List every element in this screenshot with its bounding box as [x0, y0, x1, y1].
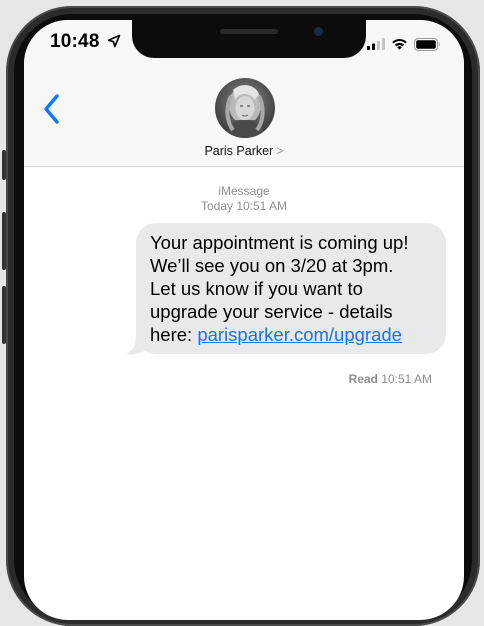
- contact-name: Paris Parker: [204, 144, 274, 158]
- contact-photo: [215, 78, 275, 138]
- read-status-label: Read: [348, 372, 378, 386]
- volume-up-button: [2, 212, 6, 270]
- device-notch: [132, 20, 366, 58]
- contact-name-button[interactable]: Paris Parker >: [24, 144, 464, 158]
- mute-switch: [2, 150, 6, 180]
- back-chevron-icon[interactable]: [42, 93, 62, 125]
- message-line-4: upgrade your service - details: [150, 301, 393, 322]
- read-time: 10:51 AM: [381, 372, 432, 386]
- battery-icon: [414, 37, 440, 51]
- cellular-signal-icon: [367, 38, 385, 50]
- wifi-icon: [392, 39, 407, 50]
- status-time: 10:48: [50, 31, 100, 52]
- read-receipt: Read 10:51 AM: [349, 372, 432, 386]
- conversation-timestamp: Today 10:51 AM: [200, 199, 288, 213]
- chevron-right-icon: >: [276, 144, 284, 158]
- message-line-2: We’ll see you on 3/20 at 3pm.: [150, 255, 394, 276]
- location-arrow-icon: [107, 34, 121, 48]
- volume-down-button: [2, 286, 6, 344]
- contact-avatar[interactable]: [215, 78, 275, 138]
- message-line-3: Let us know if you want to: [150, 278, 363, 299]
- message-line-5-prefix: here:: [150, 324, 198, 345]
- status-icons: [367, 36, 441, 52]
- earpiece-speaker: [220, 29, 278, 34]
- service-label: iMessage: [218, 184, 270, 198]
- message-bubble[interactable]: Your appointment is coming up! We’ll see…: [136, 223, 446, 354]
- upgrade-link[interactable]: parisparker.com/upgrade: [197, 324, 402, 345]
- message-line-5: here: parisparker.com/upgrade: [150, 323, 432, 346]
- message-line-1: Your appointment is coming up!: [150, 232, 409, 253]
- phone-screen: 10:48 Paris Parker > iMessage Today 10:5…: [24, 20, 464, 620]
- front-camera: [314, 27, 323, 36]
